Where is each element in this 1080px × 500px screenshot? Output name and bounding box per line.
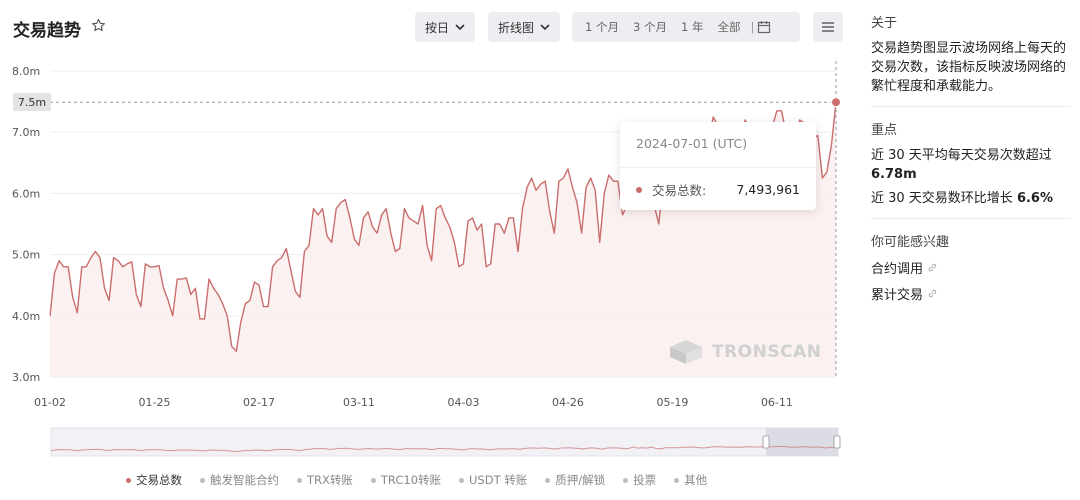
tooltip-row: 交易总数: 7,493,961: [636, 180, 800, 199]
hamburger-icon: [822, 22, 834, 32]
legend-dot-icon: [200, 477, 205, 483]
chart-legend: 交易总数 触发智能合约 TRX转账 TRC10转账 USDT 转账 质押/解锁 …: [126, 472, 707, 488]
watermark-text: TRONSCAN: [712, 342, 822, 362]
legend-item-usdt[interactable]: USDT 转账: [459, 472, 527, 488]
tooltip-value: 7,493,961: [736, 182, 800, 197]
highlight-point: [831, 97, 841, 108]
legend-item-trx[interactable]: TRX转账: [297, 472, 353, 488]
link-cumulative-tx[interactable]: 累计交易: [871, 284, 1071, 303]
transaction-trend-chart[interactable]: 3.0m 4.0m 5.0m 6.0m 7.0m 8.0m 01-02 01-25 02-17 0…: [0, 50, 850, 470]
related-heading: 你可能感兴趣: [871, 235, 950, 250]
about-text: 交易趋势图显示波场网络上每天的交易次数，该指标反映波场网络的繁忙程度和承载能力。: [871, 41, 1067, 94]
granularity-dropdown[interactable]: 按日: [415, 12, 476, 42]
tronscan-logo-icon: [670, 340, 702, 364]
legend-dot-icon: [370, 477, 376, 483]
range-all-button[interactable]: 全部: [710, 19, 747, 35]
link-label: 累计交易: [871, 288, 924, 303]
divider: [620, 167, 816, 168]
x-tick-label: 04-26: [552, 396, 584, 409]
x-tick-label: 01-02: [34, 396, 66, 409]
legend-item-total[interactable]: 交易总数: [126, 472, 182, 488]
series-dot-icon: [636, 186, 642, 193]
divider: [871, 218, 1071, 219]
chevron-down-icon: [455, 23, 465, 30]
zoom-slider-track: [50, 427, 839, 457]
growth-stat: 近 30 天交易数环比增长 6.6%: [871, 189, 1071, 208]
zoom-slider-selection: [766, 428, 838, 456]
legend-dot-icon: [459, 477, 465, 483]
y-tick-label: 6.0m: [12, 187, 40, 200]
legend-label: TRX转账: [307, 473, 353, 487]
time-range-selector: 1 个月 3 个月 1 年 全部 |: [572, 12, 800, 42]
legend-item-stake[interactable]: 质押/解锁: [545, 472, 605, 488]
legend-label: 其他: [684, 473, 708, 487]
legend-dot-icon: [545, 477, 551, 483]
legend-item-trc10[interactable]: TRC10转账: [370, 472, 442, 488]
zoom-handle-left[interactable]: [762, 435, 770, 449]
x-tick-label: 04-03: [447, 396, 479, 409]
x-tick-label: 03-11: [343, 396, 375, 409]
y-tick-label: 7.0m: [12, 126, 40, 139]
y-tick-label: 8.0m: [12, 65, 40, 78]
sidebar: 关于 交易趋势图显示波场网络上每天的交易次数，该指标反映波场网络的繁忙程度和承载…: [871, 12, 1071, 310]
range-3m-button[interactable]: 3 个月: [626, 19, 674, 35]
hover-y-value-label: 7.5m: [13, 93, 51, 111]
link-contract-calls[interactable]: 合约调用: [871, 258, 1071, 277]
legend-dot-icon: [126, 477, 131, 483]
tooltip-date: 2024-07-01 (UTC): [636, 136, 748, 151]
y-tick-label: 4.0m: [12, 310, 40, 323]
menu-button[interactable]: [813, 12, 843, 42]
calendar-icon[interactable]: [757, 20, 771, 34]
star-icon[interactable]: [90, 17, 107, 34]
legend-label: TRC10转账: [380, 473, 442, 487]
chart-type-label: 折线图: [498, 20, 535, 35]
key-points-heading: 重点: [871, 123, 898, 138]
legend-item-other[interactable]: 其他: [674, 472, 707, 488]
stat-text: 近 30 天平均每天交易次数超过: [871, 148, 1052, 163]
chevron-down-icon: [540, 23, 550, 30]
tooltip-label: 交易总数:: [652, 183, 707, 198]
link-icon: [928, 263, 937, 272]
y-tick-label: 3.0m: [12, 371, 40, 384]
link-icon: [928, 289, 937, 298]
legend-label: USDT 转账: [469, 473, 528, 487]
legend-dot-icon: [623, 477, 629, 483]
stat-text: 近 30 天交易数环比增长: [871, 191, 1017, 206]
chart-tooltip: 2024-07-01 (UTC) 交易总数: 7,493,961: [620, 122, 816, 210]
separator: |: [750, 20, 755, 34]
x-tick-label: 05-19: [656, 396, 688, 409]
x-tick-label: 06-11: [761, 396, 793, 409]
link-label: 合约调用: [871, 262, 924, 277]
range-1y-button[interactable]: 1 年: [674, 19, 710, 35]
x-tick-label: 01-25: [139, 396, 171, 409]
y-tick-label: 5.0m: [12, 249, 40, 262]
legend-label: 质押/解锁: [555, 473, 606, 487]
legend-item-vote[interactable]: 投票: [623, 472, 656, 488]
tronscan-watermark: TRONSCAN: [668, 339, 821, 365]
legend-dot-icon: [297, 477, 302, 483]
stat-value: 6.78m: [871, 167, 917, 182]
legend-label: 触发智能合约: [210, 473, 279, 487]
legend-item-smart-contract[interactable]: 触发智能合约: [200, 472, 279, 488]
legend-label: 交易总数: [136, 473, 182, 487]
page-title: 交易趋势: [13, 21, 81, 41]
range-1m-button[interactable]: 1 个月: [578, 19, 626, 35]
x-tick-label: 02-17: [243, 396, 275, 409]
legend-dot-icon: [674, 477, 680, 483]
legend-label: 投票: [633, 473, 657, 487]
zoom-handle-right[interactable]: [833, 435, 841, 449]
stat-value: 6.6%: [1016, 191, 1054, 206]
about-heading: 关于: [871, 16, 898, 31]
granularity-label: 按日: [425, 20, 450, 35]
divider: [871, 106, 1071, 107]
chart-type-dropdown[interactable]: 折线图: [488, 12, 561, 42]
avg-daily-stat: 近 30 天平均每天交易次数超过 6.78m: [871, 146, 1071, 184]
